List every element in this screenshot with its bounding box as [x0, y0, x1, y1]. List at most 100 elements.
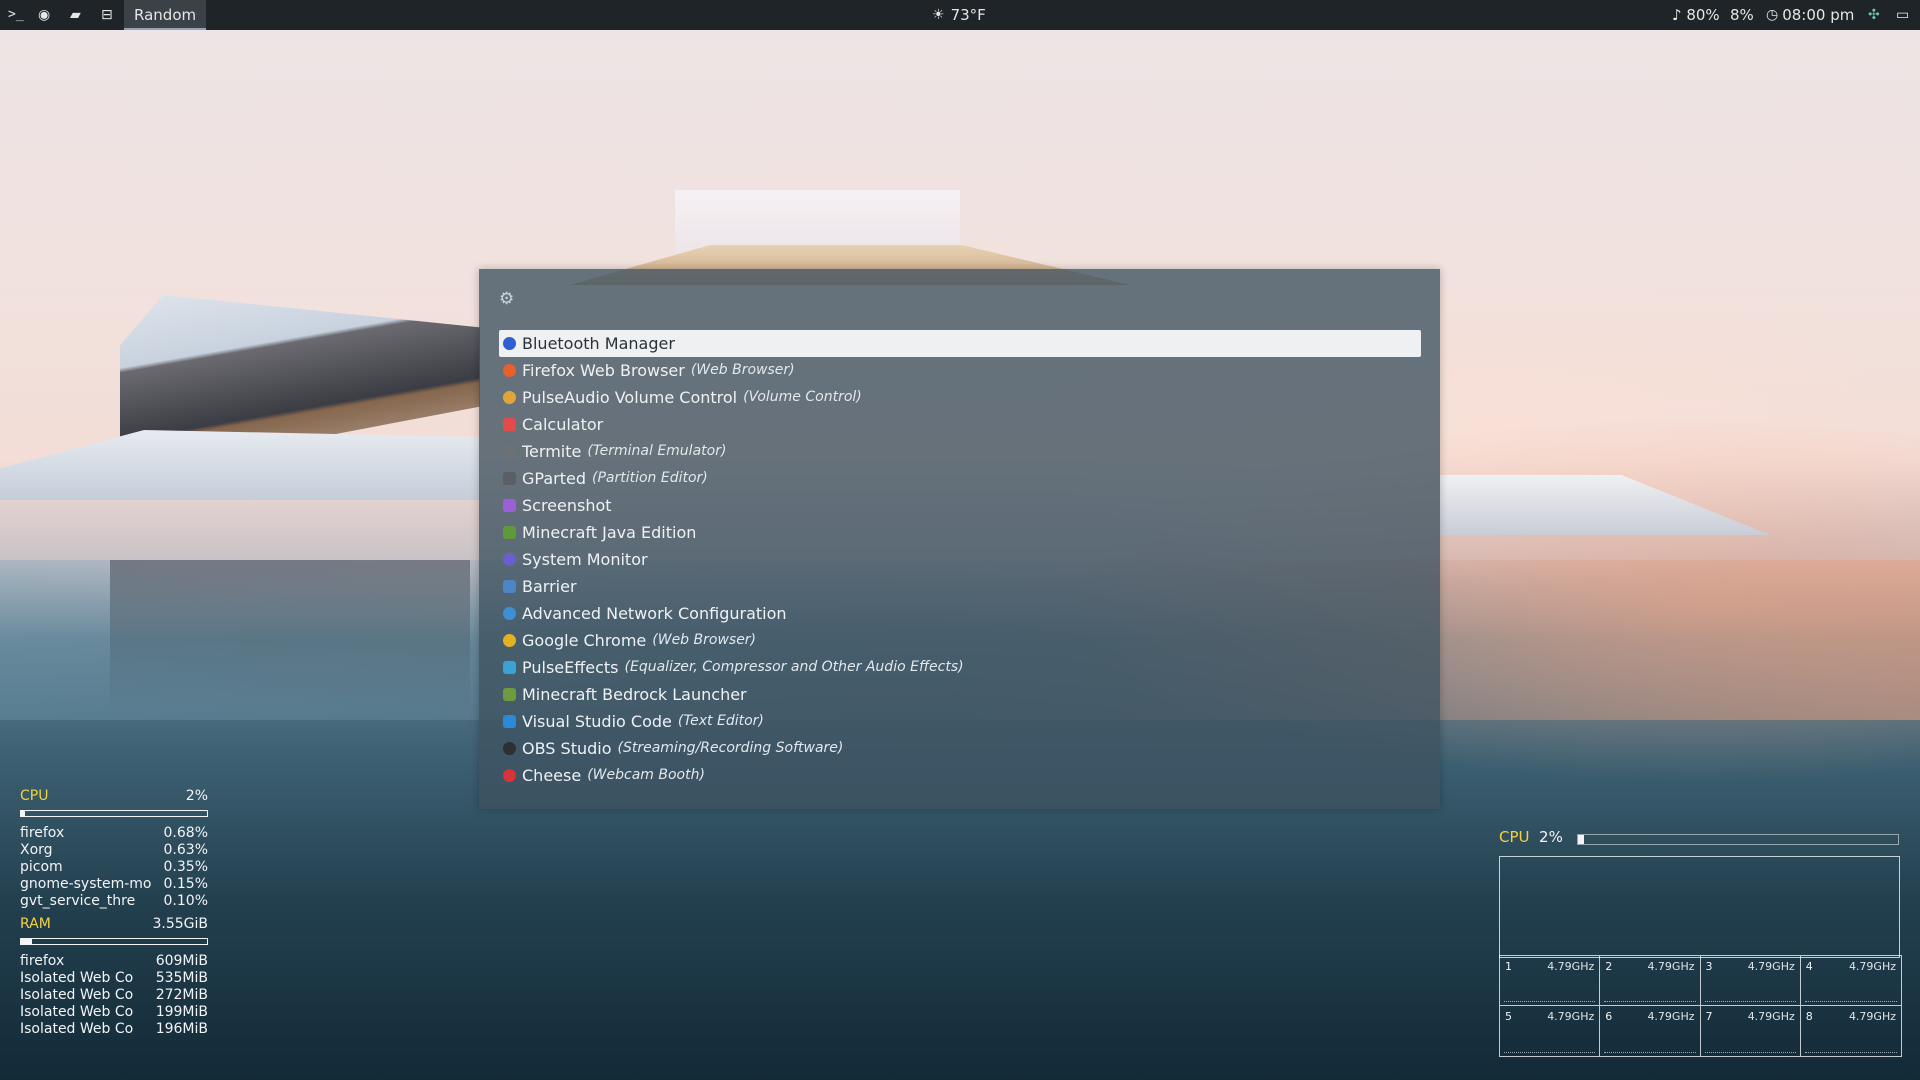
gparted-icon [503, 472, 516, 485]
core-number: 7 [1705, 1010, 1713, 1023]
process-value: 0.68% [163, 825, 208, 841]
core-usage-sparkline [1604, 998, 1696, 1002]
volume-text: ♪ 80% [1672, 6, 1720, 24]
launcher-item-description: (Streaming/Recording Software) [617, 740, 844, 756]
launcher-item[interactable]: OBS Studio (Streaming/Recording Software) [499, 735, 1421, 762]
launcher-item[interactable]: Visual Studio Code (Text Editor) [499, 708, 1421, 735]
volume-widget[interactable]: ♪ 80% [1672, 0, 1720, 30]
launcher-item-name: Termite [522, 442, 582, 461]
launcher-item[interactable]: Termite (Terminal Emulator) [499, 438, 1421, 465]
launcher-item-name: Barrier [522, 577, 577, 596]
ram-header: RAM 3.55GiB [20, 916, 208, 933]
process-name: Isolated Web Co [20, 1021, 134, 1037]
core-frequency: 4.79GHz [1547, 1010, 1595, 1023]
process-value: 535MiB [155, 970, 208, 986]
terminal-icon [503, 445, 516, 458]
clock-widget[interactable]: ◷ 08:00 pm [1766, 0, 1854, 30]
process-name: Isolated Web Co [20, 970, 134, 986]
process-row: gvt_service_thre 0.10% [20, 893, 208, 910]
core-number: 3 [1705, 960, 1713, 973]
core-usage-sparkline [1704, 998, 1796, 1002]
process-row: Isolated Web Co 199MiB [20, 1004, 208, 1021]
launcher-item[interactable]: PulseEffects (Equalizer, Compressor and O… [499, 654, 1421, 681]
cpu-value: 2% [1539, 828, 1563, 846]
launcher-item[interactable]: Google Chrome (Web Browser) [499, 627, 1421, 654]
core-number: 1 [1505, 960, 1512, 973]
process-row: Xorg 0.63% [20, 842, 208, 859]
launcher-item[interactable]: System Monitor [499, 546, 1421, 573]
battery-widget[interactable]: 8% [1730, 0, 1754, 30]
launcher-item-name: Screenshot [522, 496, 612, 515]
folder-icon: ▰ [70, 7, 81, 23]
launcher-item[interactable]: Calculator [499, 411, 1421, 438]
launcher-item[interactable]: Firefox Web Browser (Web Browser) [499, 357, 1421, 384]
minecraft-icon [503, 526, 516, 539]
conky-process-monitor: CPU 2% firefox 0.68% Xorg 0.63% picom 0.35% gn… [20, 788, 208, 1038]
core-frequency: 4.79GHz [1647, 960, 1695, 973]
process-row: Isolated Web Co 272MiB [20, 987, 208, 1004]
core-usage-sparkline [1504, 1049, 1596, 1053]
launcher-item[interactable]: Cheese (Webcam Booth) [499, 762, 1421, 789]
core-frequency: 4.79GHz [1547, 960, 1595, 973]
process-name: Isolated Web Co [20, 987, 134, 1003]
drive-launcher[interactable]: ⊟ [101, 0, 113, 30]
launcher-item[interactable]: Minecraft Bedrock Launcher [499, 681, 1421, 708]
core-number: 6 [1605, 1010, 1613, 1023]
ram-process-list: firefox 609MiB Isolated Web Co 535MiB Isolat… [20, 953, 208, 1038]
terminal-icon: >_ [8, 7, 24, 22]
files-launcher[interactable]: ▰ [70, 0, 81, 30]
firefox-icon: ◉ [38, 7, 51, 23]
process-value: 0.63% [163, 842, 208, 858]
launcher-item-description: (Terminal Emulator) [587, 443, 727, 459]
cpu-core-cell: 4 4.79GHz [1800, 956, 1901, 1006]
process-value: 199MiB [155, 1004, 208, 1020]
launcher-item-name: System Monitor [522, 550, 648, 569]
process-value: 196MiB [155, 1021, 208, 1037]
cpu-core-grid: 1 4.79GHz 2 4.79GHz 3 4.79GHz 4 4.79GHz 5 4.79GHz… [1499, 955, 1902, 1057]
process-row: gnome-system-mo 0.15% [20, 876, 208, 893]
cpu-core-cell: 7 4.79GHz [1701, 1006, 1801, 1056]
workspace-button[interactable]: Random [124, 0, 207, 30]
cpu-header: CPU 2% [1499, 828, 1563, 846]
cpu-core-cell: 1 4.79GHz [1500, 956, 1601, 1006]
launcher-item[interactable]: Screenshot [499, 492, 1421, 519]
process-name: gvt_service_thre [20, 893, 136, 909]
ram-value: 3.55GiB [152, 916, 208, 932]
launcher-item-description: (Volume Control) [743, 389, 862, 405]
launcher-item[interactable]: GParted (Partition Editor) [499, 465, 1421, 492]
network-icon [503, 607, 516, 620]
terminal-launcher[interactable]: >_ [8, 0, 24, 30]
launcher-item-name: Google Chrome [522, 631, 647, 650]
ram-usage-bar-fill [21, 939, 33, 944]
process-row: Isolated Web Co 535MiB [20, 970, 208, 987]
ram-usage-bar [20, 938, 208, 945]
tray-app-icon: ✣ [1868, 7, 1880, 23]
firefox-launcher[interactable]: ◉ [38, 0, 50, 30]
core-usage-sparkline [1704, 1049, 1796, 1053]
launcher-item-description: (Webcam Booth) [587, 767, 705, 783]
notifications-button[interactable]: ▭ [1896, 0, 1909, 30]
cheese-icon [503, 769, 516, 782]
launcher-item-description: (Web Browser) [652, 632, 757, 648]
bluetooth-icon [503, 337, 516, 350]
process-row: picom 0.35% [20, 859, 208, 876]
chrome-icon [503, 634, 516, 647]
tray-app[interactable]: ✣ [1868, 0, 1880, 30]
cpu-core-cell: 3 4.79GHz [1700, 956, 1801, 1006]
launcher-item[interactable]: Minecraft Java Edition [499, 519, 1421, 546]
core-frequency: 4.79GHz [1848, 960, 1896, 973]
launcher-item-description: (Equalizer, Compressor and Other Audio E… [624, 659, 964, 675]
pulseaudio-icon [503, 391, 516, 404]
weather-widget[interactable]: ☀ 73°F [932, 0, 986, 30]
core-usage-sparkline [1804, 998, 1897, 1002]
process-value: 0.15% [163, 876, 208, 892]
launcher-item-name: Minecraft Bedrock Launcher [522, 685, 747, 704]
core-number: 4 [1805, 960, 1813, 973]
launcher-item[interactable]: PulseAudio Volume Control (Volume Control… [499, 384, 1421, 411]
launcher-item[interactable]: Bluetooth Manager [499, 330, 1421, 357]
core-number: 5 [1505, 1010, 1512, 1023]
launcher-item[interactable]: Advanced Network Configuration [499, 600, 1421, 627]
process-value: 609MiB [155, 953, 208, 969]
launcher-item[interactable]: Barrier [499, 573, 1421, 600]
process-name: Isolated Web Co [20, 1004, 134, 1020]
